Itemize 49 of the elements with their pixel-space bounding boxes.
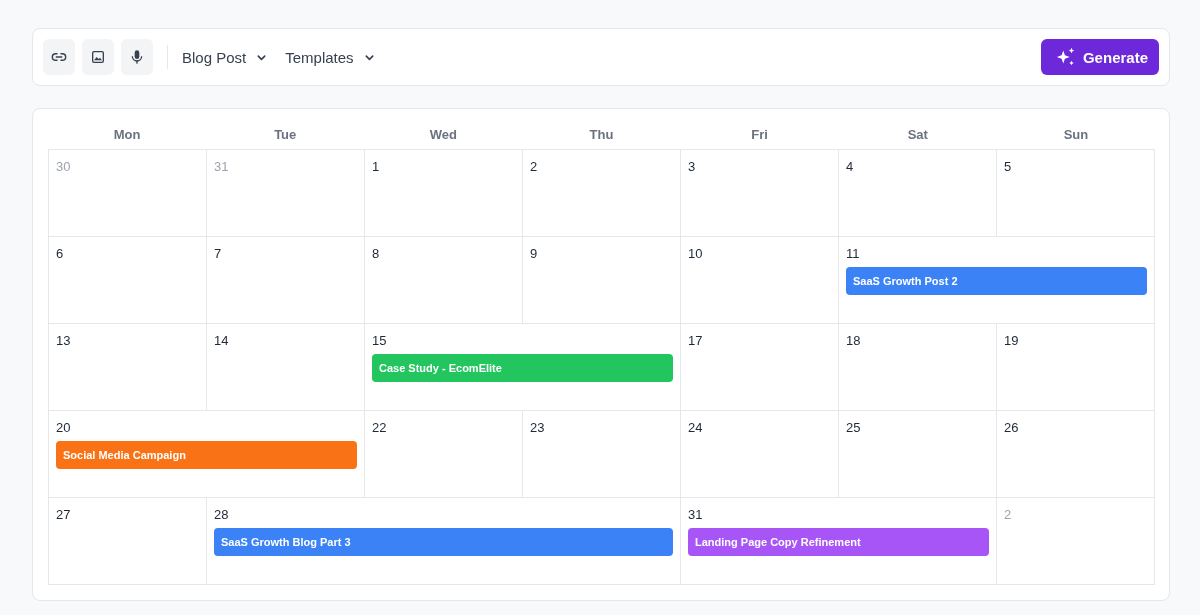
day-number: 2 (1004, 507, 1013, 523)
day-number: 2 (530, 159, 539, 175)
image-icon (90, 49, 106, 65)
dropdown-button[interactable]: Blog Post (182, 48, 268, 66)
day-number: 5 (1004, 159, 1013, 175)
weekday-label: Fri (750, 126, 769, 142)
day-number: 27 (56, 507, 72, 523)
day-number: 9 (530, 246, 539, 262)
link-button[interactable] (43, 39, 75, 75)
day-number: 10 (688, 246, 704, 262)
day-number: 15 (372, 333, 388, 349)
day-number: 23 (530, 420, 546, 436)
day-number: 22 (372, 420, 388, 436)
day-number: 6 (56, 246, 65, 262)
microphone-icon (129, 49, 145, 65)
day-number: 1 (372, 159, 381, 175)
day-number: 30 (56, 159, 72, 175)
day-number: 20 (56, 420, 72, 436)
weekday-label: Mon (112, 126, 142, 142)
day-number: 11 (846, 246, 861, 262)
weekday-label: Wed (428, 126, 458, 142)
generate-button[interactable]: Generate (1040, 39, 1159, 75)
event-bar[interactable]: SaaS Growth Blog Part 3 (214, 528, 673, 556)
day-number: 26 (1004, 420, 1020, 436)
image-button[interactable] (82, 39, 114, 75)
weekday-label: Thu (588, 126, 615, 142)
day-number: 19 (1004, 333, 1020, 349)
day-number: 24 (688, 420, 704, 436)
day-number: 31 (688, 507, 704, 523)
event-bar[interactable]: SaaS Growth Post 2 (846, 267, 1147, 295)
dropdown-button[interactable]: Templates (285, 48, 375, 66)
day-number: 13 (56, 333, 72, 349)
event-bar[interactable]: Social Media Campaign (56, 441, 357, 469)
day-number: 18 (846, 333, 862, 349)
event-bar[interactable]: Landing Page Copy Refinement (688, 528, 989, 556)
weekday-label: Tue (273, 126, 298, 142)
day-number: 25 (846, 420, 862, 436)
weekday-label: Sun (1062, 126, 1090, 142)
day-number: 31 (214, 159, 230, 175)
day-number: 14 (214, 333, 230, 349)
event-bar[interactable]: Case Study - EcomElite (372, 354, 673, 382)
day-number: 4 (846, 159, 855, 175)
weekday-label: Sat (906, 126, 929, 142)
day-number: 3 (688, 159, 697, 175)
day-number: 17 (688, 333, 704, 349)
day-number: 8 (372, 246, 381, 262)
microphone-button[interactable] (121, 39, 153, 75)
day-number: 7 (214, 246, 223, 262)
day-number: 28 (214, 507, 230, 523)
